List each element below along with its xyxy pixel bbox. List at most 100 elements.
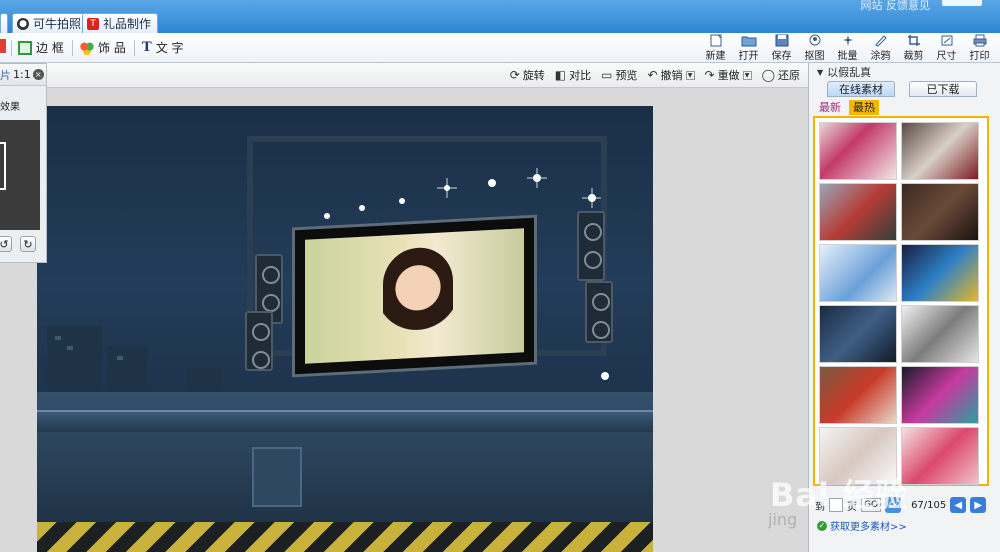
portrait-photo [305, 228, 524, 364]
material-thumbnail[interactable] [901, 244, 979, 302]
divider [134, 40, 135, 56]
left-panel-title: 片 [0, 68, 11, 82]
save-button[interactable]: 保存 [767, 34, 796, 62]
decoration-label: 饰 品 [98, 41, 126, 55]
camera-icon: ● [17, 17, 29, 30]
restore-icon: ◯ [761, 68, 775, 82]
tab-gift[interactable]: T 礼品制作 [82, 13, 159, 33]
batch-icon [840, 34, 856, 47]
effect-label: 效果 [0, 102, 20, 113]
preview-label: 预览 [615, 69, 638, 82]
material-thumbnail[interactable] [819, 244, 897, 302]
tab-online-materials[interactable]: 在线素材 [827, 81, 895, 97]
crop-label: 裁剪 [903, 51, 924, 62]
partial-icon [0, 39, 6, 53]
redo-dropdown-icon[interactable]: ▼ [742, 70, 752, 80]
resize-icon [939, 34, 955, 47]
undo-button[interactable]: ↶ 撤销 ▼ [647, 67, 695, 83]
undo-dropdown-icon[interactable]: ▼ [685, 70, 695, 80]
toolbar-partial-item[interactable] [0, 39, 6, 53]
effect-preview[interactable] [0, 120, 40, 230]
ratio-label[interactable]: 1:1 [13, 68, 31, 81]
gift-icon: T [87, 17, 99, 30]
text-label: 文 字 [155, 41, 184, 55]
tab-camera[interactable]: ● 可牛拍照 [12, 13, 89, 33]
tab-partial[interactable] [0, 13, 8, 33]
window-control-button[interactable] [942, 0, 982, 6]
new-label: 新建 [705, 51, 726, 62]
save-label: 保存 [771, 51, 792, 62]
rotate-icon: ⟳ [509, 68, 520, 82]
speaker-left-lower [245, 311, 273, 371]
cutout-button[interactable]: 抠图 [800, 34, 829, 62]
more-materials-link[interactable]: ✓ 获取更多素材>> [817, 518, 907, 533]
material-thumbnail[interactable] [901, 305, 979, 363]
doodle-button[interactable]: 涂鸦 [866, 34, 895, 62]
print-icon [972, 34, 988, 47]
divider [72, 40, 73, 56]
new-icon [708, 34, 724, 47]
redo-icon: ↷ [704, 68, 715, 82]
cutout-label: 抠图 [804, 51, 825, 62]
material-panel-header[interactable]: ▼ 以假乱真 [809, 63, 1000, 81]
cutout-icon [807, 34, 823, 47]
tab-label: 礼品制作 [103, 17, 152, 31]
open-button[interactable]: 打开 [734, 34, 763, 62]
print-button[interactable]: 打印 [965, 34, 994, 62]
redo-button[interactable]: ↷ 重做 ▼ [705, 67, 752, 83]
frame-button[interactable]: 边 框 [18, 39, 64, 56]
material-sort-tabs: 最新 最热 [815, 100, 879, 115]
decoration-icon [80, 40, 94, 55]
portrait-subject [383, 245, 453, 350]
preview-button[interactable]: ▭ 预览 [601, 67, 637, 83]
batch-button[interactable]: 批量 [833, 34, 862, 62]
material-thumbnail[interactable] [901, 122, 979, 180]
rotate-left-icon[interactable]: ↺ [0, 236, 12, 252]
rotate-label: 旋转 [522, 69, 545, 82]
undo-label: 撤销 [660, 69, 683, 82]
material-thumbnail[interactable] [819, 183, 897, 241]
compare-button[interactable]: ◧ 对比 [555, 67, 591, 83]
close-icon[interactable]: × [32, 69, 44, 80]
restore-label: 还原 [778, 69, 800, 82]
open-label: 打开 [738, 51, 759, 62]
resize-button[interactable]: 尺寸 [932, 34, 961, 62]
material-thumbnail[interactable] [819, 366, 897, 424]
text-icon: T [142, 40, 152, 55]
rotate-right-icon[interactable]: ↻ [20, 236, 36, 252]
material-thumbnail[interactable] [819, 305, 897, 363]
new-button[interactable]: 新建 [701, 34, 730, 62]
doodle-label: 涂鸦 [870, 51, 891, 62]
text-button[interactable]: T 文 字 [142, 39, 184, 56]
crop-button[interactable]: 裁剪 [899, 34, 928, 62]
photo-canvas[interactable] [37, 106, 653, 552]
material-thumbnail[interactable] [901, 366, 979, 424]
top-tab-bar: ● 可牛拍照 T 礼品制作 网站 反馈意见 [0, 0, 1000, 33]
frame-icon [18, 40, 32, 55]
crop-icon [906, 34, 922, 47]
sort-newest[interactable]: 最新 [815, 100, 845, 115]
next-page-icon[interactable]: ▶ [970, 497, 987, 513]
speaker-right [577, 211, 605, 281]
image-actions: ⟳ 旋转 ◧ 对比 ▭ 预览 ↶ 撤销 ▼ ↷ 重做 ▼ ◯ 还原 [510, 67, 800, 83]
material-thumbnail[interactable] [819, 122, 897, 180]
tab-downloaded[interactable]: 已下载 [909, 81, 977, 97]
restore-button[interactable]: ◯ 还原 [762, 67, 800, 83]
sort-hottest[interactable]: 最热 [849, 100, 879, 115]
rotate-button[interactable]: ⟳ 旋转 [510, 67, 545, 83]
prev-page-icon[interactable]: ◀ [950, 497, 967, 513]
compare-label: 对比 [569, 69, 592, 82]
top-right-links[interactable]: 网站 反馈意见 [861, 0, 931, 13]
print-label: 打印 [969, 51, 990, 62]
material-thumbnail[interactable] [901, 427, 979, 485]
decoration-button[interactable]: 饰 品 [80, 39, 126, 56]
batch-label: 批量 [837, 51, 858, 62]
main-toolbar: 边 框 饰 品 T 文 字 新建 打开 保存 抠图 批量 涂鸦 裁剪 尺寸 打印 [0, 33, 1000, 63]
left-panel-header: 片 1:1 × [0, 64, 46, 86]
material-thumbnail[interactable] [901, 183, 979, 241]
resize-label: 尺寸 [936, 51, 957, 62]
undo-icon: ↶ [647, 68, 658, 82]
divider [11, 40, 12, 56]
redo-label: 重做 [717, 69, 740, 82]
crop-frame-handle[interactable] [0, 142, 6, 190]
